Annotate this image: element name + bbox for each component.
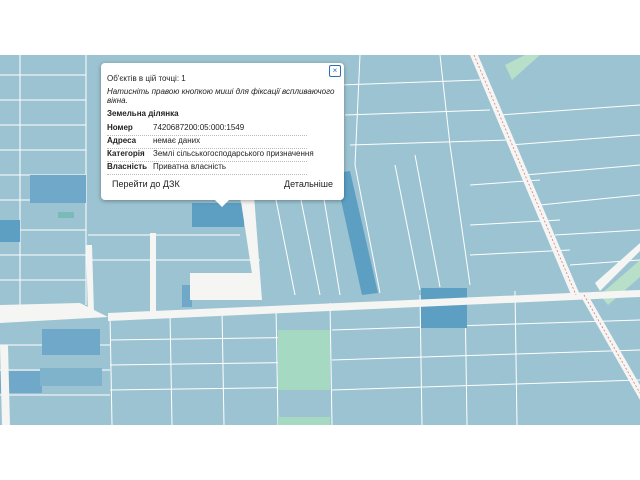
objects-count: Об'єктів в цій точці: 1 (107, 74, 186, 83)
row-key: Адреса (107, 136, 137, 145)
info-row-address: Адреса немає даних (107, 136, 307, 149)
row-value: Приватна власність (153, 162, 227, 171)
goto-dzk-button[interactable]: Перейти до ДЗК (107, 177, 185, 191)
fix-popup-hint: Натисніть правою кнопкою миші для фіксац… (107, 87, 335, 105)
row-key: Категорія (107, 149, 145, 158)
section-title: Земельна ділянка (107, 109, 179, 118)
parcel-dark[interactable] (58, 212, 74, 218)
feature-info-popup: × Об'єктів в цій точці: 1 Натисніть прав… (101, 63, 344, 200)
row-value: немає даних (153, 136, 201, 145)
row-key: Власність (107, 162, 148, 171)
info-row-ownership: Власність Приватна власність (107, 162, 307, 175)
parcel-dark[interactable] (30, 175, 86, 203)
info-row-category: Категорія Землі сільськогосподарського п… (107, 149, 314, 162)
popup-pointer (214, 199, 230, 207)
parcel-dark[interactable] (42, 329, 100, 355)
parcel-green[interactable] (278, 417, 330, 425)
row-key: Номер (107, 123, 133, 132)
row-value: 7420687200:05:000:1549 (153, 123, 245, 132)
parcel-dark[interactable] (0, 220, 20, 242)
parcel-dark[interactable] (421, 288, 467, 328)
parcel-dark[interactable] (40, 368, 102, 386)
details-button[interactable]: Детальніше (279, 177, 338, 191)
info-row-number: Номер 7420687200:05:000:1549 (107, 123, 307, 136)
parcel-green[interactable] (278, 330, 330, 390)
road (150, 233, 156, 313)
row-value: Землі сільськогосподарського призначення (153, 149, 314, 158)
close-icon[interactable]: × (329, 65, 341, 77)
road (190, 273, 262, 300)
